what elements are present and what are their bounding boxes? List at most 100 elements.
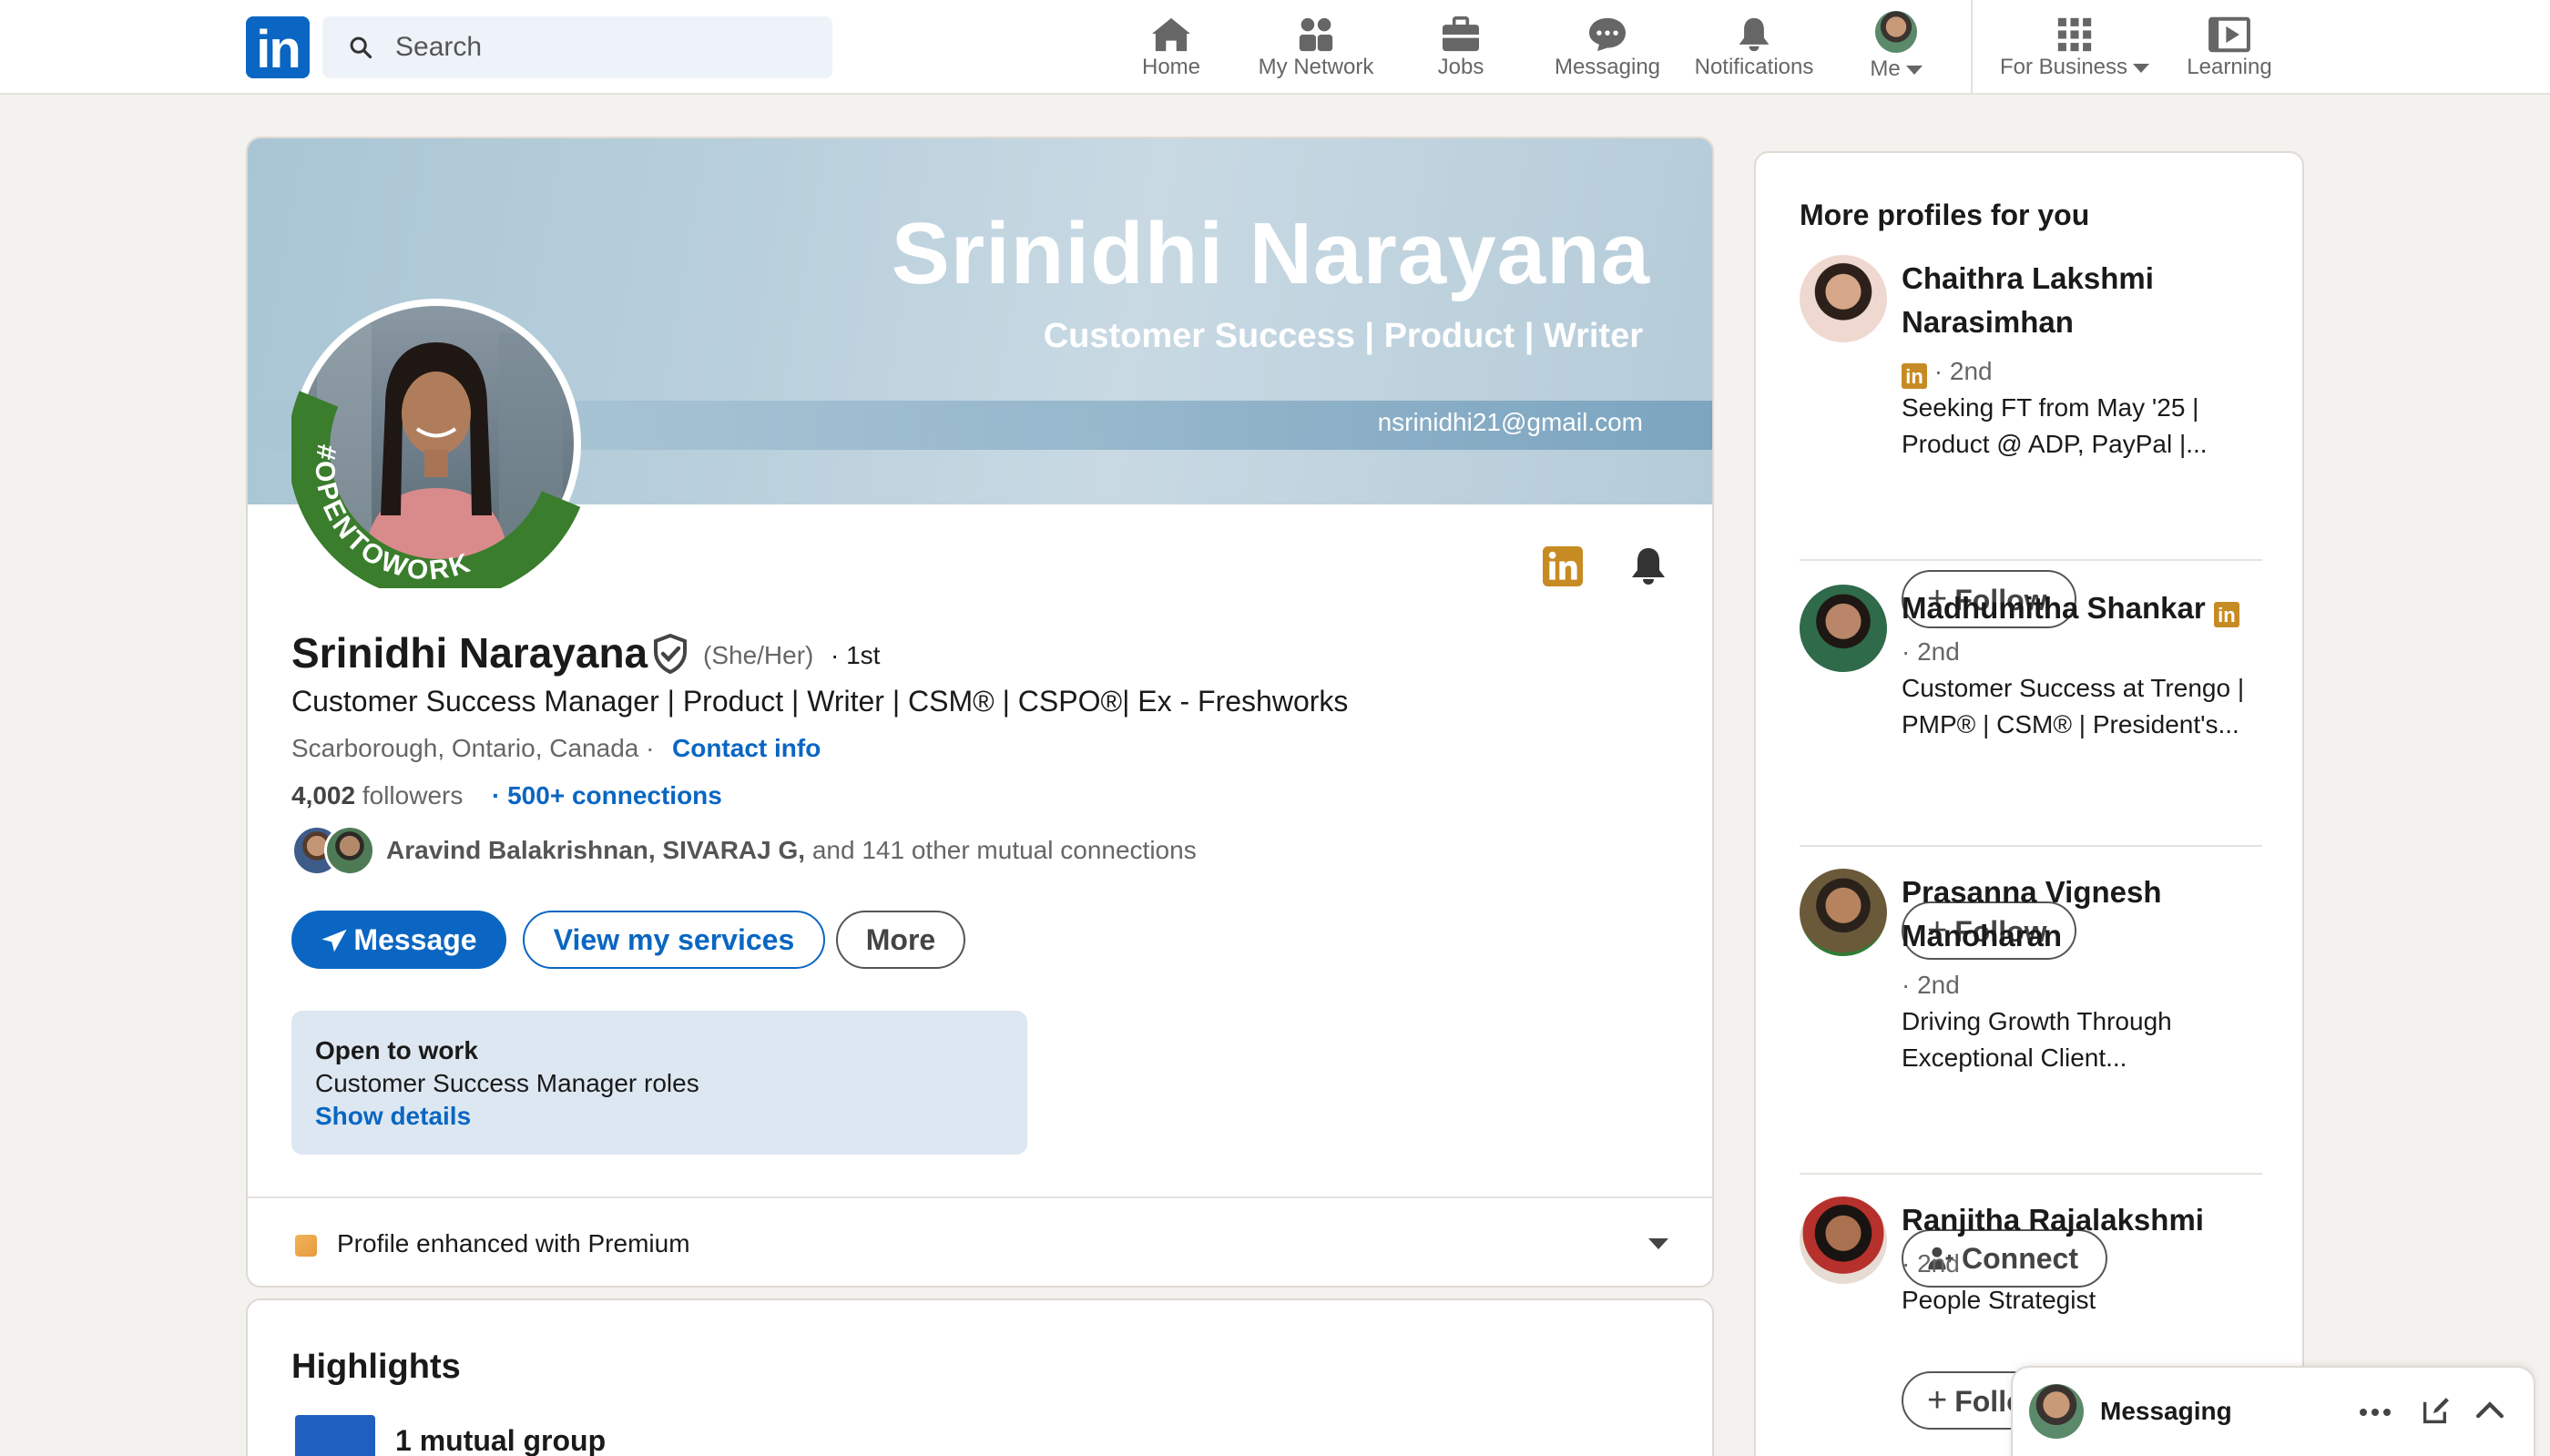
contact-info-link[interactable]: Contact info — [672, 734, 821, 763]
avatar[interactable] — [1800, 869, 1887, 956]
bell-icon[interactable] — [1628, 546, 1672, 590]
followers-count: 4,002 followers — [291, 781, 463, 810]
people-icon — [1248, 9, 1384, 55]
profile-headline: Customer Success at Trengo | PMP® | CSM®… — [1902, 674, 2245, 738]
divider — [1800, 559, 2262, 561]
more-button[interactable]: More — [836, 911, 965, 969]
open-to-work-ring: #OPENTOWORK — [291, 391, 581, 588]
avatar[interactable] — [1800, 585, 1887, 672]
nav-jobs[interactable]: Jobs — [1428, 9, 1494, 86]
connections-link[interactable]: · 500+ connections — [492, 781, 722, 810]
profile-name[interactable]: Chaithra Lakshmi Narasimhan — [1902, 257, 2266, 344]
divider — [1800, 845, 2262, 847]
nav-messaging-label: Messaging — [1554, 55, 1661, 79]
profile-headline: People Strategist — [1902, 1286, 2096, 1314]
bell-icon — [1687, 9, 1821, 55]
open-to-work-ring-text: #OPENTOWORK — [310, 443, 474, 586]
connection-degree: · 2nd — [1902, 1249, 1960, 1278]
chat-icon — [1550, 9, 1665, 55]
profile-name[interactable]: Madhumitha Shankar — [1902, 591, 2206, 625]
more-profiles-card: More profiles for you Chaithra Lakshmi N… — [1754, 151, 2304, 1456]
nav-home[interactable]: Home — [1133, 9, 1209, 86]
chevron-up-icon[interactable] — [2475, 1400, 2504, 1419]
search-box[interactable] — [322, 16, 832, 78]
premium-row[interactable]: Profile enhanced with Premium — [248, 1196, 1712, 1286]
nav-notifications[interactable]: Notifications — [1687, 9, 1821, 86]
profile-photo[interactable]: #OPENTOWORK — [291, 299, 581, 588]
home-icon — [1133, 9, 1209, 55]
more-options-icon[interactable] — [2359, 1408, 2392, 1417]
search-input[interactable] — [395, 16, 814, 78]
messaging-dock-label: Messaging — [2100, 1397, 2232, 1425]
send-icon — [321, 929, 348, 952]
linkedin-premium-badge-icon: in — [1902, 363, 1927, 389]
profile-headline: Customer Success Manager | Product | Wri… — [291, 685, 1349, 718]
linkedin-premium-badge-icon: in — [2213, 602, 2239, 627]
avatar — [1875, 11, 1917, 53]
show-details-link[interactable]: Show details — [315, 1100, 1004, 1133]
search-icon — [350, 36, 372, 59]
connection-degree: · 2nd — [1902, 971, 1960, 999]
nav-me[interactable]: Me — [1863, 9, 1929, 86]
premium-text: Profile enhanced with Premium — [337, 1229, 690, 1257]
nav-for-business[interactable]: For Business — [1993, 9, 2157, 86]
nav-my-network[interactable]: My Network — [1248, 9, 1384, 86]
nav-my-network-label: My Network — [1258, 55, 1374, 79]
connection-degree: · 2nd — [1933, 357, 1993, 385]
verified-shield-icon[interactable] — [652, 634, 688, 674]
play-icon — [2182, 9, 2277, 55]
chevron-down-icon[interactable] — [1648, 1238, 1668, 1249]
more-profiles-title: More profiles for you — [1800, 199, 2090, 231]
highlights-card: Highlights 1 mutual group — [246, 1298, 1714, 1456]
premium-icon — [295, 1235, 317, 1257]
profile-name[interactable]: Prasanna Vignesh Manoharan — [1902, 871, 2266, 958]
profile-location: Scarborough, Ontario, Canada · — [291, 734, 655, 762]
profile-name[interactable]: Ranjitha Rajalakshmi — [1902, 1198, 2266, 1242]
banner-name: Srinidhi Narayana — [891, 205, 1650, 302]
avatar[interactable] — [1800, 255, 1887, 342]
message-button-label: Message — [353, 923, 477, 956]
chevron-down-icon — [1905, 65, 1923, 75]
nav-for-business-label: For Business — [1999, 55, 2128, 79]
connection-degree: · 2nd — [1902, 637, 1960, 666]
open-to-work-title: Open to work — [315, 1036, 478, 1064]
nav-learning[interactable]: Learning — [2182, 9, 2277, 86]
profile-headline: Driving Growth Through Exceptional Clien… — [1902, 1007, 2172, 1072]
grid-icon — [1993, 9, 2157, 55]
nav-divider — [1971, 0, 1973, 95]
open-to-work-box[interactable]: Open to work Customer Success Manager ro… — [291, 1011, 1027, 1155]
top-nav: in Home My Network Jobs Messaging Notifi… — [0, 0, 2550, 95]
mutual-connection-names: Aravind Balakrishnan, SIVARAJ G, — [386, 836, 806, 864]
list-item: Prasanna Vignesh Manoharan · 2nd Driving… — [1800, 869, 2262, 1288]
plus-icon: + — [1927, 1381, 1948, 1420]
mutual-connection-count: and 141 other mutual connections — [811, 836, 1197, 864]
compose-icon[interactable] — [2421, 1395, 2452, 1426]
avatar[interactable] — [1800, 1196, 1887, 1284]
linkedin-premium-badge-icon[interactable] — [1543, 546, 1586, 590]
followers-number: 4,002 — [291, 781, 356, 809]
mutual-connections[interactable]: Aravind Balakrishnan, SIVARAJ G, and 141… — [386, 836, 1197, 865]
message-button[interactable]: Message — [291, 911, 506, 969]
avatar[interactable] — [324, 825, 375, 876]
group-icon — [295, 1415, 375, 1456]
banner-email: nsrinidhi21@gmail.com — [1377, 408, 1643, 436]
briefcase-icon — [1428, 9, 1494, 55]
profile-card: Srinidhi Narayana Customer Success | Pro… — [246, 137, 1714, 1288]
nav-notifications-label: Notifications — [1694, 55, 1814, 79]
nav-messaging[interactable]: Messaging — [1550, 9, 1665, 86]
profile-name: Srinidhi Narayana — [291, 629, 648, 677]
linkedin-logo[interactable]: in — [246, 16, 310, 79]
open-to-work-roles: Customer Success Manager roles — [315, 1069, 699, 1097]
followers-label: followers — [362, 781, 464, 809]
nav-jobs-label: Jobs — [1437, 55, 1484, 79]
svg-text:#OPENTOWORK: #OPENTOWORK — [310, 443, 476, 586]
divider — [1800, 1173, 2262, 1175]
mutual-group-item[interactable]: 1 mutual group — [395, 1424, 606, 1456]
chevron-down-icon — [2133, 63, 2150, 73]
nav-home-label: Home — [1141, 55, 1201, 79]
list-item: Chaithra Lakshmi Narasimhan in · 2nd See… — [1800, 255, 2262, 628]
banner-tagline: Customer Success | Product | Writer — [1043, 317, 1643, 355]
profile-headline: Seeking FT from May '25 | Product @ ADP,… — [1902, 393, 2208, 458]
view-services-button[interactable]: View my services — [523, 911, 825, 969]
messaging-dock[interactable]: Messaging — [2011, 1366, 2535, 1456]
